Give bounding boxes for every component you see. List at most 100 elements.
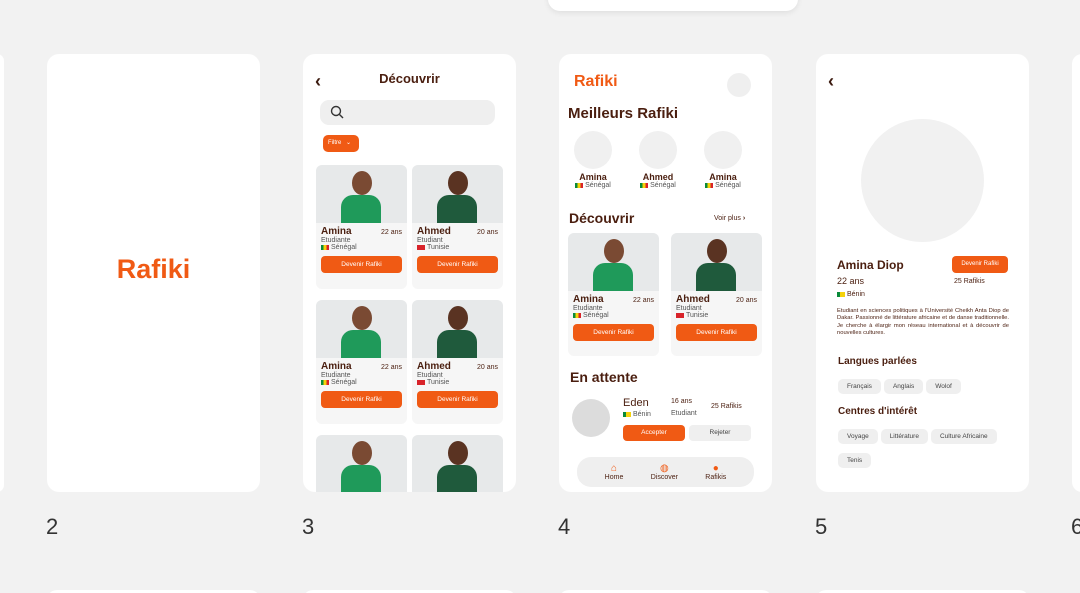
people-icon: ● xyxy=(712,462,719,474)
home-logo: Rafiki xyxy=(574,73,618,90)
discover-section-title: Découvrir xyxy=(569,210,635,226)
pending-count: 25 Rafikis xyxy=(711,403,742,410)
pending-name: Eden xyxy=(623,397,649,409)
profile-card[interactable] xyxy=(316,435,407,492)
profile-country: Bénin xyxy=(847,291,865,298)
pending-role: Etudiant xyxy=(671,410,697,417)
become-rafiki-button[interactable]: Devenir Rafiki xyxy=(321,256,402,273)
home-icon: ⌂ xyxy=(610,462,618,474)
accept-button[interactable]: Accepter xyxy=(623,425,685,441)
card-role: Etudiante xyxy=(321,237,351,244)
globe-icon: ◍ xyxy=(659,462,669,474)
filter-button[interactable]: Filtre ⌄ xyxy=(323,135,359,152)
profile-card[interactable]: Ahmed 20 ans Etudiant Tunisie Devenir Ra… xyxy=(671,233,762,356)
card-name: Ahmed xyxy=(676,294,710,305)
profile-photo xyxy=(412,300,503,358)
see-more-label: Voir plus xyxy=(714,215,741,222)
best-rafiki-item[interactable]: Amina Sénégal xyxy=(568,131,618,189)
benin-flag-icon xyxy=(623,411,631,417)
best-rafiki-item[interactable]: Ahmed Sénégal xyxy=(633,131,683,189)
chevron-down-icon: ⌄ xyxy=(346,140,352,146)
best-country: Sénégal xyxy=(650,182,676,189)
back-arrow-icon[interactable]: ‹ xyxy=(828,72,834,90)
pending-title: En attente xyxy=(570,369,638,385)
reject-button[interactable]: Rejeter xyxy=(689,425,751,441)
card-age: 20 ans xyxy=(476,229,498,236)
card-role: Etudiante xyxy=(573,305,603,312)
card-age: 22 ans xyxy=(380,364,402,371)
best-country: Sénégal xyxy=(585,182,611,189)
interest-pill: Voyage xyxy=(838,429,878,444)
profile-card[interactable]: Ahmed 20 ans Etudiant Tunisie Devenir Ra… xyxy=(412,300,503,424)
avatar xyxy=(572,399,610,437)
languages-title: Langues parlées xyxy=(838,356,917,367)
pending-country: Bénin xyxy=(633,411,651,418)
profile-count: 25 Rafikis xyxy=(954,278,985,285)
profile-screen: ‹ Amina Diop Devenir Rafiki 22 ans 25 Ra… xyxy=(816,54,1029,492)
language-pill: Français xyxy=(838,379,881,394)
best-name: Ahmed xyxy=(642,172,674,182)
interest-pill: Culture Africaine xyxy=(930,429,997,444)
chevron-right-icon: › xyxy=(742,215,746,222)
card-age: 22 ans xyxy=(380,229,402,236)
avatar xyxy=(574,131,612,169)
profile-card[interactable]: Amina 22 ans Etudiante Sénégal Devenir R… xyxy=(316,165,407,289)
search-icon xyxy=(330,105,344,119)
card-role: Etudiant xyxy=(417,237,443,244)
become-rafiki-button[interactable]: Devenir Rafiki xyxy=(321,391,402,408)
card-role: Etudiant xyxy=(676,305,702,312)
card-name: Ahmed xyxy=(417,361,451,372)
card-name: Amina xyxy=(573,294,604,305)
card-age: 20 ans xyxy=(476,364,498,371)
card-country: Sénégal xyxy=(583,312,609,319)
become-rafiki-button[interactable]: Devenir Rafiki xyxy=(417,256,498,273)
interests-list: Voyage Littérature Culture Africaine Tenis xyxy=(838,425,1018,473)
home-screen: Rafiki Meilleurs Rafiki Amina Sénégal Ah… xyxy=(559,54,772,492)
card-name: Amina xyxy=(321,361,352,372)
frame-number: 3 xyxy=(302,514,315,539)
interest-pill: Littérature xyxy=(880,429,928,444)
profile-photo xyxy=(568,233,659,291)
top-popup xyxy=(548,0,798,11)
profile-card[interactable]: Ahmed 20 ans Etudiant Tunisie Devenir Ra… xyxy=(412,165,503,289)
nav-discover-label: Discover xyxy=(650,473,678,481)
pending-request: Eden Bénin 16 ans Etudiant 25 Rafikis Ac… xyxy=(571,395,766,445)
senegal-flag-icon xyxy=(640,182,649,188)
frame-partial-right xyxy=(1072,54,1080,492)
filter-label: Filtre xyxy=(328,140,342,146)
card-name: Amina xyxy=(321,226,352,237)
profile-photo xyxy=(412,435,503,492)
frame-number: 2 xyxy=(46,514,59,539)
card-country: Tunisie xyxy=(686,312,709,319)
become-rafiki-button[interactable]: Devenir Rafiki xyxy=(417,391,498,408)
card-country: Tunisie xyxy=(427,379,450,386)
card-role: Etudiante xyxy=(321,372,351,379)
profile-photo xyxy=(316,165,407,223)
profile-card[interactable]: Amina 22 ans Etudiante Sénégal Devenir R… xyxy=(568,233,659,356)
senegal-flag-icon xyxy=(321,244,329,250)
senegal-flag-icon xyxy=(575,182,584,188)
card-country: Sénégal xyxy=(331,244,357,251)
avatar xyxy=(704,131,742,169)
see-more-link[interactable]: Voir plus › xyxy=(714,215,745,222)
tunisia-flag-icon xyxy=(417,244,425,250)
frame-number: 5 xyxy=(815,514,828,539)
become-rafiki-button[interactable]: Devenir Rafiki xyxy=(952,256,1008,273)
tunisia-flag-icon xyxy=(417,379,425,385)
nav-home[interactable]: ⌂ Home xyxy=(605,462,624,481)
become-rafiki-button[interactable]: Devenir Rafiki xyxy=(676,324,757,341)
nav-rafikis[interactable]: ● Rafikis xyxy=(705,462,727,481)
profile-card[interactable] xyxy=(412,435,503,492)
profile-card[interactable]: Amina 22 ans Etudiante Sénégal Devenir R… xyxy=(316,300,407,424)
avatar[interactable] xyxy=(727,73,751,97)
nav-rafikis-label: Rafikis xyxy=(705,473,727,481)
frame-number: 4 xyxy=(558,514,571,539)
become-rafiki-button[interactable]: Devenir Rafiki xyxy=(573,324,654,341)
profile-photo xyxy=(412,165,503,223)
profile-age: 22 ans xyxy=(837,276,865,286)
search-input[interactable] xyxy=(320,100,495,125)
best-rafiki-item[interactable]: Amina Sénégal xyxy=(698,131,748,189)
nav-discover[interactable]: ◍ Discover xyxy=(650,462,678,481)
senegal-flag-icon xyxy=(705,182,714,188)
discover-title: Découvrir xyxy=(379,71,440,86)
